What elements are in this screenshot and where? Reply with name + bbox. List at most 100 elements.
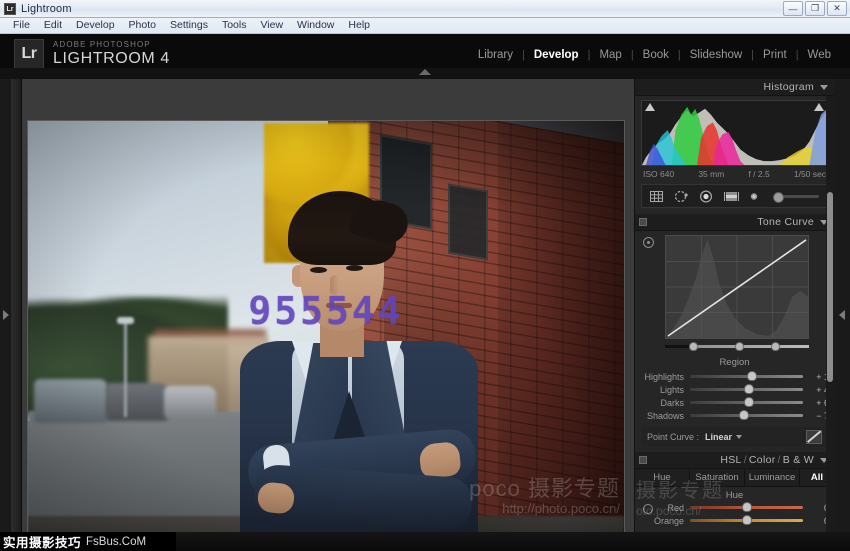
- right-panel-scroll-thumb[interactable]: [827, 192, 833, 382]
- image-stage[interactable]: 955544 poco 摄影专题 http://photo.poco.cn/: [22, 79, 634, 542]
- exif-focal: 35 mm: [698, 169, 724, 179]
- module-web[interactable]: Web: [799, 49, 840, 61]
- chevron-down-icon[interactable]: [736, 435, 742, 439]
- panel-toggle-switch[interactable]: [639, 218, 647, 226]
- menu-tools[interactable]: Tools: [215, 18, 254, 33]
- hsl-track-red[interactable]: [690, 506, 803, 509]
- histogram-graph[interactable]: [641, 100, 828, 166]
- slider-row-darks: Darks + 6: [635, 396, 834, 409]
- panel-toggle-switch[interactable]: [639, 456, 647, 464]
- highlight-clipping-indicator-icon[interactable]: [814, 103, 824, 112]
- photo-frame[interactable]: 955544 poco 摄影专题 http://photo.poco.cn/: [28, 121, 624, 542]
- menu-develop[interactable]: Develop: [69, 18, 122, 33]
- menu-view[interactable]: View: [253, 18, 290, 33]
- window-titlebar: Lr Lightroom — ❐ ✕: [0, 0, 850, 18]
- slider-knob-highlights[interactable]: [747, 371, 757, 381]
- menu-help[interactable]: Help: [341, 18, 377, 33]
- lightroom-icon: Lr: [4, 3, 16, 15]
- slider-track-shadows[interactable]: [690, 414, 803, 417]
- point-curve-value[interactable]: Linear: [705, 432, 732, 442]
- hsl-title-bw[interactable]: B & W: [783, 454, 814, 466]
- expand-left-panel-arrow[interactable]: [3, 310, 9, 320]
- top-panel-strip: [0, 68, 850, 79]
- tool-amount-slider[interactable]: [773, 195, 819, 198]
- tone-curve-body: [635, 231, 834, 353]
- caption-text-en: FsBus.CoM: [86, 536, 146, 548]
- slider-track-lights[interactable]: [690, 388, 803, 391]
- minimize-button[interactable]: —: [783, 1, 803, 16]
- module-library[interactable]: Library: [469, 49, 522, 61]
- graduated-filter-icon[interactable]: [723, 189, 740, 204]
- hsl-body: Hue Red 0 Orange 0: [635, 490, 834, 527]
- right-panel-scrollbar[interactable]: [826, 96, 834, 542]
- right-panel-rail[interactable]: [834, 79, 850, 551]
- collapse-right-panel-arrow[interactable]: [839, 310, 845, 320]
- module-slideshow[interactable]: Slideshow: [681, 49, 751, 61]
- photo-number-watermark: 955544: [248, 289, 403, 333]
- hsl-tab-bar: Hue Saturation Luminance All: [635, 469, 834, 487]
- slider-row-highlights: Highlights + 1: [635, 370, 834, 383]
- hsl-panel-header[interactable]: HSL/Color/B & W: [635, 452, 834, 469]
- histogram-panel-title: Histogram: [763, 81, 814, 93]
- target-adjust-tool-icon[interactable]: [643, 504, 653, 514]
- menu-file[interactable]: File: [6, 18, 37, 33]
- menu-window[interactable]: Window: [290, 18, 341, 33]
- curve-edit-button-icon[interactable]: [806, 430, 822, 444]
- hsl-title-hsl[interactable]: HSL: [720, 454, 741, 466]
- red-eye-icon[interactable]: [698, 189, 715, 204]
- tab-hue[interactable]: Hue: [635, 469, 690, 486]
- module-print[interactable]: Print: [754, 49, 796, 61]
- slider-track-highlights[interactable]: [690, 375, 803, 378]
- slider-label-highlights: Highlights: [640, 372, 690, 382]
- tone-curve-graph[interactable]: [665, 235, 809, 339]
- menu-photo[interactable]: Photo: [122, 18, 163, 33]
- crop-overlay-icon[interactable]: [648, 189, 665, 204]
- slider-track-darks[interactable]: [690, 401, 803, 404]
- hsl-track-orange[interactable]: [690, 519, 803, 522]
- tone-curve-split-knob[interactable]: [689, 342, 698, 351]
- hsl-section-title: Hue: [635, 490, 834, 501]
- identity-line-1: ADOBE PHOTOSHOP: [53, 40, 170, 50]
- tone-curve-split-knob[interactable]: [735, 342, 744, 351]
- slider-row-shadows: Shadows − 7: [635, 409, 834, 422]
- region-section-title: Region: [635, 357, 834, 368]
- target-adjust-tool-icon[interactable]: [643, 237, 654, 248]
- tab-luminance[interactable]: Luminance: [745, 469, 800, 486]
- tone-curve-split-knob[interactable]: [771, 342, 780, 351]
- identity-plate-bar: Lr ADOBE PHOTOSHOP LIGHTROOM 4 Library |…: [0, 34, 850, 79]
- spot-removal-icon[interactable]: [673, 189, 690, 204]
- module-book[interactable]: Book: [634, 49, 678, 61]
- adjustment-brush-icon[interactable]: [748, 189, 765, 204]
- collapse-top-panel-arrow[interactable]: [419, 69, 431, 75]
- lr-badge-icon: Lr: [14, 39, 44, 69]
- caption-text-cn: 实用摄影技巧: [3, 532, 81, 551]
- lightroom-shell: Lr ADOBE PHOTOSHOP LIGHTROOM 4 Library |…: [0, 34, 850, 551]
- maximize-button[interactable]: ❐: [805, 1, 825, 16]
- menu-edit[interactable]: Edit: [37, 18, 69, 33]
- point-curve-row: Point Curve : Linear: [641, 427, 828, 447]
- shadow-clipping-indicator-icon[interactable]: [645, 103, 655, 112]
- right-panel: Histogram: [634, 79, 834, 542]
- photo-preview: 955544 poco 摄影专题 http://photo.poco.cn/: [28, 121, 624, 542]
- slider-knob-lights[interactable]: [744, 384, 754, 394]
- caption-overlay: 实用摄影技巧 FsBus.CoM: [0, 532, 176, 551]
- identity-line-2: LIGHTROOM 4: [53, 50, 170, 68]
- tone-curve-region-splits[interactable]: [665, 342, 809, 351]
- histogram-panel-header[interactable]: Histogram: [635, 79, 834, 96]
- module-develop[interactable]: Develop: [525, 49, 588, 61]
- tab-saturation[interactable]: Saturation: [690, 469, 745, 486]
- close-button[interactable]: ✕: [827, 1, 847, 16]
- slider-knob-darks[interactable]: [744, 397, 754, 407]
- identity-plate[interactable]: Lr ADOBE PHOTOSHOP LIGHTROOM 4: [14, 39, 170, 69]
- left-panel-rail[interactable]: [0, 79, 12, 551]
- exif-aperture: f / 2.5: [748, 169, 769, 179]
- tone-curve-panel-header[interactable]: Tone Curve: [635, 214, 834, 231]
- hsl-title-color[interactable]: Color: [749, 454, 776, 466]
- module-map[interactable]: Map: [590, 49, 630, 61]
- slider-knob-shadows[interactable]: [739, 410, 749, 420]
- chevron-down-icon[interactable]: [820, 85, 828, 90]
- hsl-knob-red[interactable]: [742, 502, 752, 512]
- menu-settings[interactable]: Settings: [163, 18, 215, 33]
- hsl-knob-orange[interactable]: [742, 515, 752, 525]
- exif-iso: ISO 640: [643, 169, 674, 179]
